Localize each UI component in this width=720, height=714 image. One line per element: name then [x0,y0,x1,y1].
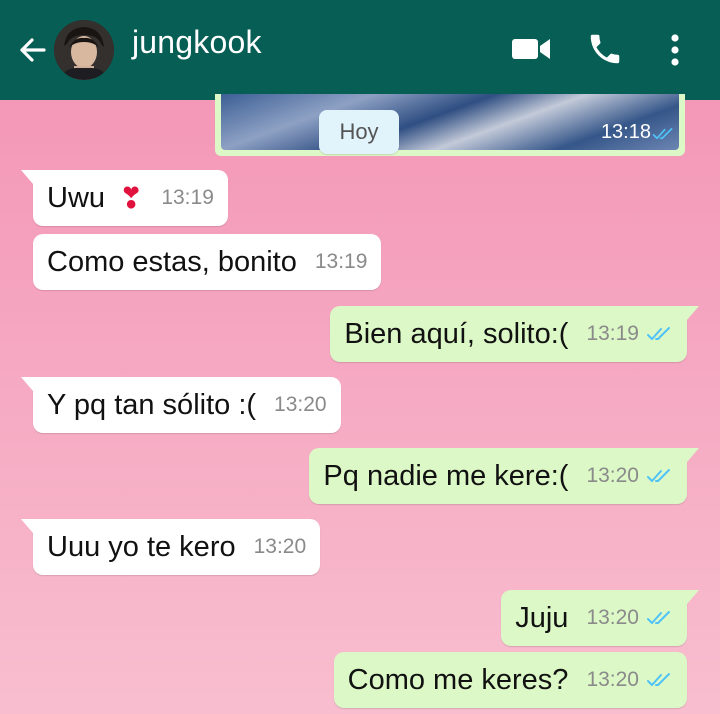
message-text: Juju [515,601,569,634]
media-message[interactable]: 13:18 [215,94,685,156]
double-check-icon [647,611,670,624]
contact-name[interactable]: jungkook [132,24,262,61]
incoming-message[interactable]: Y pq tan sólito :( 13:20 [21,377,341,433]
media-thumbnail[interactable]: 13:18 [221,94,679,150]
chat-header: jungkook [0,0,720,100]
double-check-icon [652,128,673,140]
double-check-icon [647,327,670,340]
avatar[interactable] [54,20,114,80]
heart-emoji: ❣ [119,182,144,215]
message-text: Como estas, bonito [47,245,297,278]
double-check-icon [647,673,670,686]
message-list[interactable]: 13:18 Hoy Uwu ❣ 13:19 Como estas, bonito… [0,94,720,714]
message-text: Uuu yo te kero [47,530,236,563]
message-text: Bien aquí, solito:( [344,317,569,350]
outgoing-message[interactable]: Pq nadie me kere:( 13:20 [309,448,699,504]
video-call-icon[interactable] [510,34,552,64]
incoming-message[interactable]: Uwu ❣ 13:19 [21,170,228,226]
message-time: 13:20 [586,606,639,629]
message-time: 13:20 [586,464,639,487]
message-text: Como me keres? [347,663,569,696]
outgoing-message[interactable]: Bien aquí, solito:( 13:19 [330,306,699,362]
message-time: 13:20 [274,393,327,416]
double-check-icon [647,469,670,482]
outgoing-message[interactable]: Juju 13:20 [501,590,699,646]
message-time: 13:19 [314,250,368,273]
outgoing-message[interactable]: Como me keres? 13:20 [333,652,687,708]
phone-icon[interactable] [586,30,624,68]
message-text: Y pq tan sólito :( [47,388,257,421]
date-chip: Hoy [319,110,399,154]
more-options-icon[interactable] [664,30,686,70]
message-time: 13:20 [586,668,639,691]
message-text: Pq nadie me kere:( [323,459,569,492]
message-time: 13:20 [253,535,307,558]
back-arrow-icon[interactable] [14,32,50,68]
message-time: 13:18 [600,121,651,143]
message-text: Uwu [47,181,106,214]
incoming-message[interactable]: Uuu yo te kero 13:20 [20,519,321,575]
message-time: 13:19 [586,322,639,345]
message-time: 13:19 [161,186,214,209]
incoming-message[interactable]: Como estas, bonito 13:19 [33,234,382,290]
